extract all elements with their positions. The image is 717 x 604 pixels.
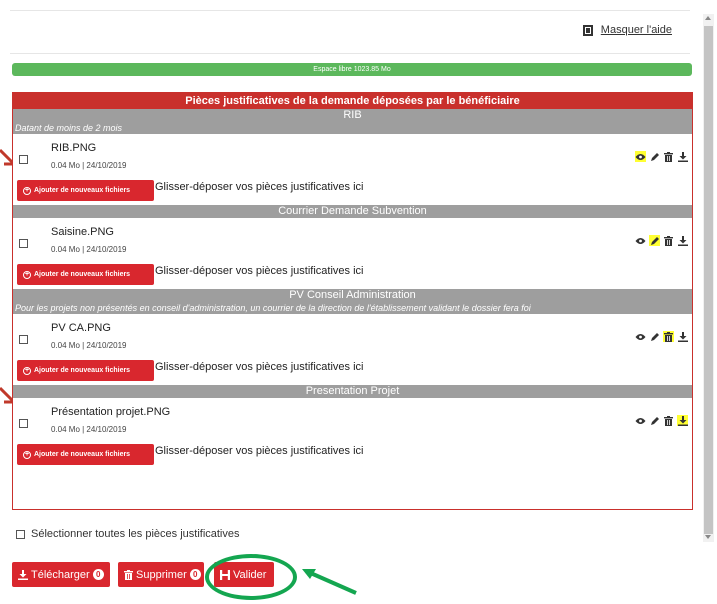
help-row: Masquer l'aide	[10, 20, 690, 54]
add-files-button[interactable]: + Ajouter de nouveaux fichiers	[17, 444, 154, 465]
free-space-progress-bar: Espace libre 1023.85 Mo	[12, 63, 692, 76]
panel-title: Pièces justificatives de la demande dépo…	[13, 93, 692, 109]
annotation-arrow-icon	[302, 569, 357, 595]
document-section-presentation: Presentation Projet Présentation projet.…	[13, 385, 692, 469]
validate-button-label: Valider	[233, 568, 267, 581]
supporting-documents-panel: Pièces justificatives de la demande dépo…	[12, 92, 693, 510]
file-actions	[635, 151, 688, 162]
section-title: Presentation Projet	[13, 385, 692, 398]
document-section-courrier: Courrier Demande Subvention Saisine.PNG …	[13, 205, 692, 289]
file-actions	[635, 331, 688, 342]
file-checkbox[interactable]	[19, 155, 28, 164]
add-files-label: Ajouter de nouveaux fichiers	[34, 271, 131, 278]
download-button-label: Télécharger	[31, 568, 90, 581]
file-row: PV CA.PNG 0.04 Mo | 24/10/2019	[13, 314, 692, 358]
file-meta: 0.04 Mo | 24/10/2019	[51, 245, 127, 254]
upload-row: + Ajouter de nouveaux fichiers Glisser-d…	[13, 358, 692, 385]
file-row: Présentation projet.PNG 0.04 Mo | 24/10/…	[13, 398, 692, 442]
file-name: Présentation projet.PNG	[51, 406, 171, 418]
file-row: RIB.PNG 0.04 Mo | 24/10/2019	[13, 134, 692, 178]
vertical-scrollbar[interactable]	[703, 14, 714, 542]
free-space-label: Espace libre 1023.85 Mo	[313, 66, 391, 73]
add-files-button[interactable]: + Ajouter de nouveaux fichiers	[17, 180, 154, 201]
plus-circle-icon: +	[23, 366, 31, 375]
drop-zone-text[interactable]: Glisser-déposer vos pièces justificative…	[155, 361, 363, 373]
add-files-label: Ajouter de nouveaux fichiers	[34, 451, 131, 458]
upload-row: + Ajouter de nouveaux fichiers Glisser-d…	[13, 178, 692, 205]
file-meta: 0.04 Mo | 24/10/2019	[51, 425, 127, 434]
eye-icon[interactable]	[635, 331, 646, 342]
plus-circle-icon: +	[23, 270, 31, 279]
select-all-row[interactable]: Sélectionner toutes les pièces justifica…	[16, 528, 240, 540]
file-actions	[635, 415, 688, 426]
save-floppy-icon	[220, 569, 230, 580]
trash-icon[interactable]	[663, 235, 674, 246]
help-book-icon	[582, 24, 593, 36]
file-name: Saisine.PNG	[51, 226, 114, 238]
section-subtitle: Pour les projets non présentés en consei…	[13, 302, 692, 314]
section-title: RIB	[13, 109, 692, 122]
download-icon	[18, 569, 28, 580]
top-divider	[10, 10, 690, 11]
file-name: PV CA.PNG	[51, 322, 111, 334]
section-title: Courrier Demande Subvention	[13, 205, 692, 218]
file-row: Saisine.PNG 0.04 Mo | 24/10/2019	[13, 218, 692, 262]
trash-icon[interactable]	[663, 331, 674, 342]
hide-help-label: Masquer l'aide	[600, 24, 672, 36]
document-section-rib: RIB Datant de moins de 2 mois RIB.PNG 0.…	[13, 109, 692, 205]
validate-button[interactable]: Valider	[214, 562, 274, 587]
scrollbar-thumb[interactable]	[704, 26, 713, 534]
download-count-badge: 0	[92, 569, 104, 580]
hide-help-link[interactable]: Masquer l'aide	[582, 24, 672, 36]
trash-icon	[124, 569, 133, 580]
plus-circle-icon: +	[23, 186, 31, 195]
pencil-icon[interactable]	[649, 235, 660, 246]
download-button[interactable]: Télécharger 0	[12, 562, 110, 587]
drop-zone-text[interactable]: Glisser-déposer vos pièces justificative…	[155, 181, 363, 193]
plus-circle-icon: +	[23, 450, 31, 459]
pencil-icon[interactable]	[649, 331, 660, 342]
delete-button[interactable]: Supprimer 0	[118, 562, 204, 587]
file-meta: 0.04 Mo | 24/10/2019	[51, 161, 127, 170]
drop-zone-text[interactable]: Glisser-déposer vos pièces justificative…	[155, 265, 363, 277]
download-icon[interactable]	[677, 415, 688, 426]
upload-row: + Ajouter de nouveaux fichiers Glisser-d…	[13, 442, 692, 469]
document-section-pv: PV Conseil Administration Pour les proje…	[13, 289, 692, 385]
select-all-label: Sélectionner toutes les pièces justifica…	[31, 528, 240, 540]
pencil-icon[interactable]	[649, 415, 660, 426]
file-actions	[635, 235, 688, 246]
download-icon[interactable]	[677, 331, 688, 342]
add-files-button[interactable]: + Ajouter de nouveaux fichiers	[17, 264, 154, 285]
pencil-icon[interactable]	[649, 151, 660, 162]
file-checkbox[interactable]	[19, 335, 28, 344]
eye-icon[interactable]	[635, 151, 646, 162]
add-files-label: Ajouter de nouveaux fichiers	[34, 187, 131, 194]
upload-row: + Ajouter de nouveaux fichiers Glisser-d…	[13, 262, 692, 289]
add-files-label: Ajouter de nouveaux fichiers	[34, 367, 131, 374]
delete-count-badge: 0	[189, 569, 201, 580]
scroll-down-icon[interactable]	[705, 535, 711, 539]
file-checkbox[interactable]	[19, 419, 28, 428]
trash-icon[interactable]	[663, 415, 674, 426]
delete-button-label: Supprimer	[136, 568, 187, 581]
file-meta: 0.04 Mo | 24/10/2019	[51, 341, 127, 350]
file-checkbox[interactable]	[19, 239, 28, 248]
scroll-up-icon[interactable]	[705, 16, 711, 20]
select-all-checkbox[interactable]	[16, 529, 25, 539]
download-icon[interactable]	[677, 151, 688, 162]
section-title: PV Conseil Administration	[13, 289, 692, 302]
file-name: RIB.PNG	[51, 142, 97, 154]
eye-icon[interactable]	[635, 235, 646, 246]
add-files-button[interactable]: + Ajouter de nouveaux fichiers	[17, 360, 154, 381]
eye-icon[interactable]	[635, 415, 646, 426]
download-icon[interactable]	[677, 235, 688, 246]
section-subtitle: Datant de moins de 2 mois	[13, 122, 692, 134]
trash-icon[interactable]	[663, 151, 674, 162]
drop-zone-text[interactable]: Glisser-déposer vos pièces justificative…	[155, 445, 363, 457]
